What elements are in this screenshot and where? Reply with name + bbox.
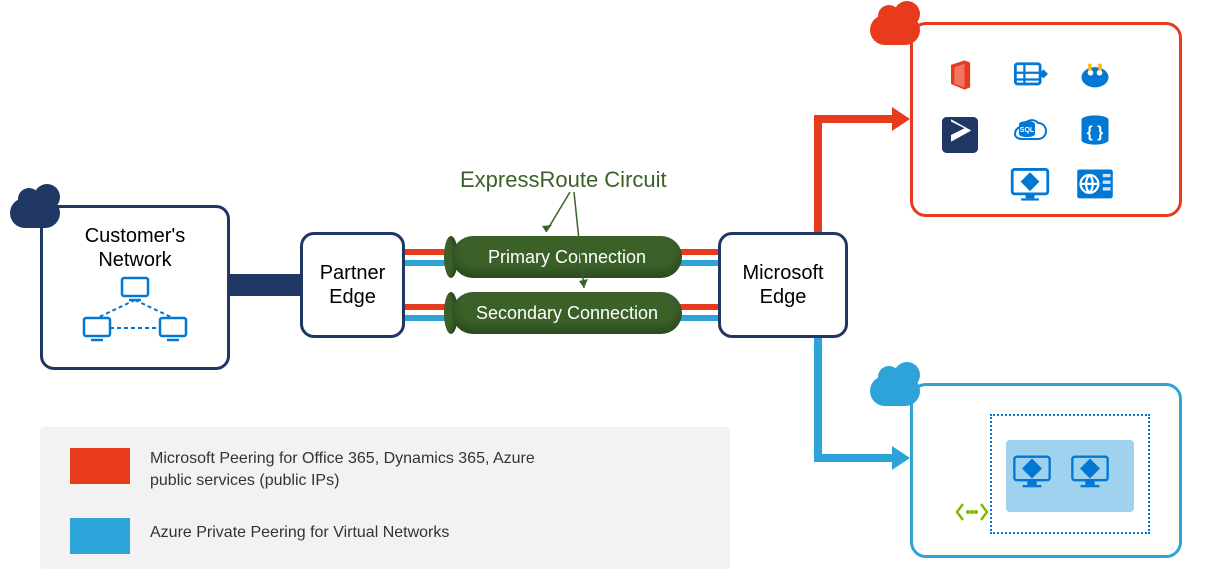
dynamics-icon	[940, 115, 980, 155]
customer-partner-link	[220, 274, 310, 296]
blue-arrow-icon	[892, 446, 910, 470]
customer-network-box: Customer's Network	[40, 205, 230, 370]
pipe-secondary-label: Secondary Connection	[476, 303, 658, 324]
cloud-icon	[870, 15, 920, 45]
hdinsight-icon	[1075, 55, 1115, 95]
partner-edge-label: Partner Edge	[320, 261, 386, 309]
sql-icon: SQL	[1010, 110, 1050, 150]
vm-service-icon	[1010, 165, 1050, 205]
vnet-vm-right-icon	[1070, 452, 1110, 492]
legend-blue-text: Azure Private Peering for Virtual Networ…	[150, 522, 580, 544]
circuit-title: ExpressRoute Circuit	[460, 167, 667, 193]
svg-text:SQL: SQL	[1020, 127, 1035, 134]
microsoft-edge-label: Microsoft Edge	[742, 261, 823, 309]
peering-icon	[955, 500, 989, 529]
red-connector	[814, 115, 894, 123]
code-icon: { }	[1075, 110, 1115, 150]
legend-red-text: Microsoft Peering for Office 365, Dynami…	[150, 448, 580, 491]
legend-red-swatch	[70, 448, 130, 484]
red-arrow-icon	[892, 107, 910, 131]
title-arrows	[540, 192, 620, 292]
storage-icon	[1010, 55, 1050, 95]
vnet-vm-left-icon	[1012, 452, 1052, 492]
office-icon	[940, 55, 980, 95]
lan-icon	[80, 276, 190, 346]
microsoft-edge-box: Microsoft Edge	[718, 232, 848, 338]
partner-edge-box: Partner Edge	[300, 232, 405, 338]
cloud-icon	[870, 376, 920, 406]
legend-blue-swatch	[70, 518, 130, 554]
web-icon	[1075, 165, 1115, 205]
blue-connector	[814, 454, 894, 462]
pipe-secondary: Secondary Connection	[452, 292, 682, 334]
svg-text:{ }: { }	[1087, 124, 1104, 141]
cloud-icon	[10, 198, 60, 228]
customer-network-label: Customer's Network	[85, 224, 186, 272]
